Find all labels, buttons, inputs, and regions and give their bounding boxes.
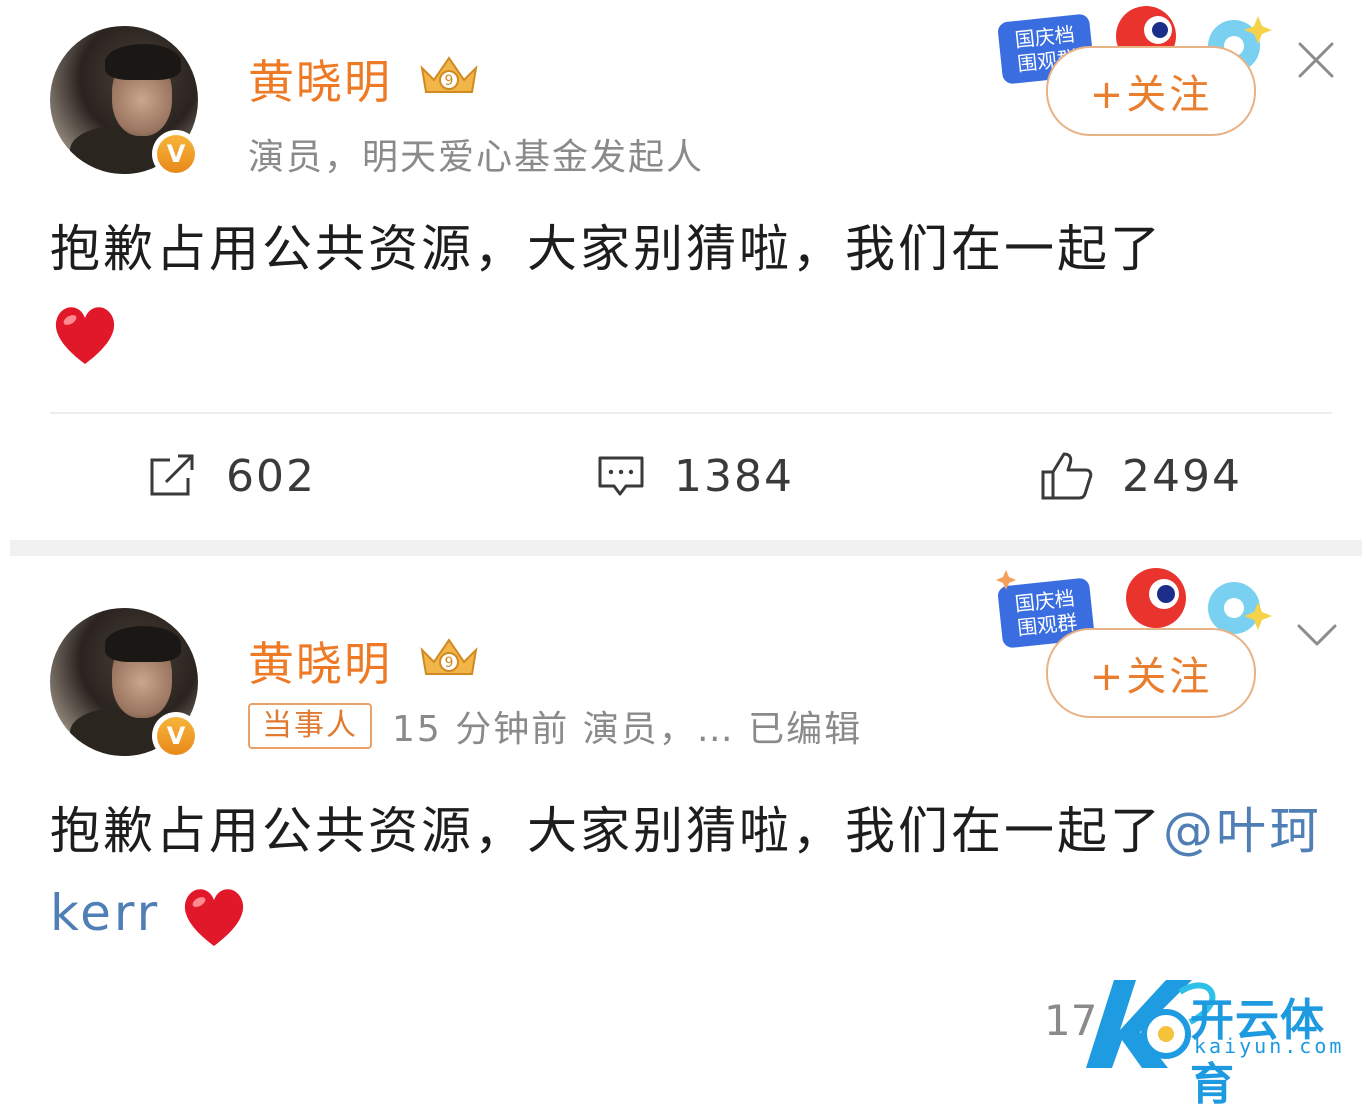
heart-emoji — [55, 306, 115, 364]
comment-icon — [598, 456, 644, 496]
close-icon[interactable] — [1296, 40, 1336, 80]
like-icon — [1041, 452, 1093, 500]
like-button[interactable]: 2494 — [1040, 446, 1242, 506]
post-text: 抱歉占用公共资源，大家别猜啦，我们在一起了 — [50, 208, 1322, 372]
repost-button[interactable]: 602 — [148, 446, 316, 506]
post-meta-text: 15 分钟前 演员，… 已编辑 — [392, 709, 863, 750]
divider — [50, 412, 1332, 414]
weibo-post-card-1: V 黄晓明 9 演员，明天爱心基金发起人 国庆档 围观群 +关注 抱歉占用公共资… — [0, 0, 1362, 540]
repost-count: 602 — [226, 450, 316, 502]
comment-button[interactable]: 1384 — [596, 446, 794, 506]
svg-text:9: 9 — [445, 73, 454, 89]
user-bio: 演员，明天爱心基金发起人 — [248, 137, 705, 178]
follow-button[interactable]: +关注 — [1046, 46, 1256, 136]
username[interactable]: 黄晓明 — [248, 46, 392, 112]
post-body: 抱歉占用公共资源，大家别猜啦，我们在一起了 — [50, 802, 1163, 860]
post-meta: 当事人 15 分钟前 演员，… 已编辑 — [248, 700, 862, 752]
verified-v-icon: V — [152, 130, 200, 178]
card-separator — [10, 540, 1362, 556]
verified-v-icon: V — [152, 712, 200, 760]
chevron-down-icon[interactable] — [1296, 622, 1338, 648]
post-body: 抱歉占用公共资源，大家别猜啦，我们在一起了 — [50, 220, 1163, 278]
svg-text:9: 9 — [445, 655, 454, 671]
crown-vip-icon: 9 — [420, 638, 478, 675]
username[interactable]: 黄晓明 — [248, 628, 392, 694]
post-text: 抱歉占用公共资源，大家别猜啦，我们在一起了@叶珂 kerr — [50, 790, 1322, 954]
crown-vip-icon: 9 — [420, 56, 478, 93]
repost-icon — [150, 454, 194, 496]
heart-emoji — [184, 888, 244, 946]
watermark-site: kaiyun.com — [1194, 1034, 1345, 1058]
comment-count: 1384 — [674, 450, 794, 502]
like-count: 2494 — [1122, 450, 1242, 502]
follow-button[interactable]: +关注 — [1046, 628, 1256, 718]
party-tag: 当事人 — [248, 703, 372, 749]
